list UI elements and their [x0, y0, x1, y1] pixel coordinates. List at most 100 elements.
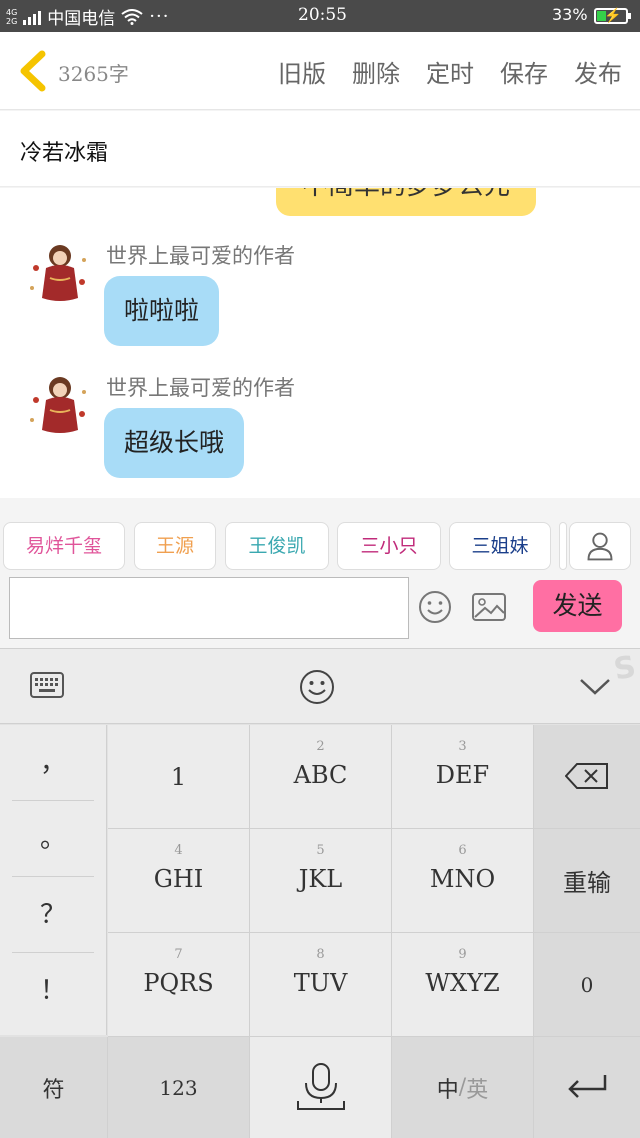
lang-chinese: 中: [436, 1077, 459, 1103]
avatar[interactable]: [24, 370, 92, 442]
key-def[interactable]: 3 DEF: [392, 725, 534, 829]
key-label: ABC: [293, 761, 348, 789]
key-number: 2: [316, 739, 325, 754]
save-button[interactable]: 保存: [500, 54, 548, 89]
microphone-icon: [297, 1063, 345, 1110]
keyboard-toolbar: S: [0, 648, 640, 724]
key-label: 1: [170, 762, 187, 791]
character-chip[interactable]: 易烊千玺: [3, 522, 125, 570]
character-chip-partial[interactable]: [559, 522, 567, 570]
key-label: MNO: [429, 865, 496, 893]
emoji-icon[interactable]: [418, 590, 452, 624]
more-indicator: ···: [149, 6, 170, 27]
key-ghi[interactable]: 4 GHI: [108, 829, 250, 933]
battery-icon: ⚡: [594, 8, 631, 24]
back-arrow-icon[interactable]: [16, 50, 50, 92]
message-bubble[interactable]: 超级长哦: [104, 408, 245, 478]
add-character-icon[interactable]: [569, 522, 631, 570]
keyboard-icon[interactable]: [30, 671, 64, 699]
enter-icon: [568, 1075, 607, 1098]
key-1[interactable]: 1: [108, 725, 250, 829]
old-version-button[interactable]: 旧版: [278, 54, 326, 89]
key-number: 6: [458, 843, 467, 858]
emoji-panel-icon[interactable]: [299, 669, 335, 705]
key-label: 重输: [563, 869, 611, 897]
battery-percent: 33%: [552, 5, 588, 24]
signal-icon: [23, 9, 42, 25]
image-icon[interactable]: [471, 592, 507, 622]
backspace-icon: [565, 763, 608, 789]
network-type-top: 4G: [6, 7, 18, 17]
punctuation-key[interactable]: 。: [12, 801, 94, 877]
key-number: 8: [316, 947, 325, 962]
status-left: 4G 2G 中国电信 ···: [6, 4, 169, 29]
key-label: 符: [42, 1077, 65, 1103]
key-tuv[interactable]: 8 TUV: [250, 933, 392, 1037]
charging-icon: ⚡: [604, 8, 622, 24]
numbers-key[interactable]: 123: [108, 1037, 250, 1138]
story-title-row[interactable]: 冷若冰霜: [0, 111, 640, 187]
character-chip[interactable]: 王源: [134, 522, 216, 570]
compose-row: 发送: [0, 572, 640, 648]
lang-separator: /: [458, 1075, 467, 1100]
voice-space-key[interactable]: [250, 1037, 392, 1138]
network-type-bottom: 2G: [6, 16, 18, 26]
character-chip[interactable]: 三小只: [337, 522, 441, 570]
key-label: 0: [580, 972, 594, 997]
key-label: GHI: [153, 865, 204, 893]
schedule-button[interactable]: 定时: [426, 54, 474, 89]
key-jkl[interactable]: 5 JKL: [250, 829, 392, 933]
key-label: 123: [159, 1075, 198, 1100]
wifi-icon: [121, 8, 143, 25]
character-chip-bar: 易烊千玺 王源 王俊凯 三小只 三姐妹: [0, 498, 640, 572]
message-bubble[interactable]: 啦啦啦: [104, 276, 220, 346]
language-labels: 中 / 英: [392, 1037, 533, 1138]
retype-key[interactable]: 重输: [534, 829, 640, 933]
key-number: 3: [458, 739, 467, 754]
enter-key[interactable]: [534, 1037, 640, 1138]
chat-area[interactable]: 不简单的梦梦公元 世界上最可爱的作者 啦啦啦 世界上最可爱的作者 超级长哦: [0, 188, 640, 498]
symbols-key[interactable]: 符: [0, 1037, 108, 1138]
key-abc[interactable]: 2 ABC: [250, 725, 392, 829]
key-label: WXYZ: [425, 969, 500, 997]
language-switch-key[interactable]: 中 / 英: [392, 1037, 534, 1138]
sender-name: 世界上最可爱的作者: [106, 376, 295, 400]
message-input[interactable]: [9, 577, 409, 639]
clock: 20:55: [298, 5, 347, 25]
publish-button[interactable]: 发布: [574, 54, 622, 89]
avatar[interactable]: [24, 238, 92, 310]
key-number: 7: [174, 947, 183, 962]
editor-header: 3265字 旧版 删除 定时 保存 发布: [0, 32, 640, 110]
chevron-down-icon[interactable]: [578, 675, 612, 697]
key-label: JKL: [298, 865, 343, 893]
network-type: 4G 2G: [6, 8, 17, 26]
key-number: 5: [316, 843, 325, 858]
key-number: 4: [174, 843, 183, 858]
carrier-name: 中国电信: [47, 9, 116, 29]
punctuation-column[interactable]: ， 。 ？ ！: [0, 725, 107, 1035]
keyboard: S ， 。 ？ ！ 1 2 ABC 3 DEF 4 GHI 5 JKL 6 MN…: [0, 648, 640, 1138]
backspace-key[interactable]: [534, 725, 640, 829]
header-actions: 旧版 删除 定时 保存 发布: [278, 54, 622, 89]
story-title: 冷若冰霜: [20, 141, 109, 166]
punctuation-key[interactable]: ，: [12, 725, 94, 801]
sender-name: 世界上最可爱的作者: [106, 244, 295, 268]
keyboard-logo-icon: S: [611, 649, 639, 688]
status-bar: 4G 2G 中国电信 ··· 20:55 33% ⚡: [0, 0, 640, 32]
key-label: PQRS: [143, 969, 214, 997]
key-pqrs[interactable]: 7 PQRS: [108, 933, 250, 1037]
key-0[interactable]: 0: [534, 933, 640, 1037]
key-mno[interactable]: 6 MNO: [392, 829, 534, 933]
character-chip[interactable]: 三姐妹: [449, 522, 551, 570]
key-wxyz[interactable]: 9 WXYZ: [392, 933, 534, 1037]
my-message-bubble[interactable]: 不简单的梦梦公元: [276, 188, 536, 216]
punctuation-key[interactable]: ！: [12, 953, 94, 1029]
punctuation-key[interactable]: ？: [12, 877, 94, 953]
key-number: 9: [458, 947, 467, 962]
character-chip[interactable]: 王俊凯: [225, 522, 329, 570]
key-label: DEF: [435, 761, 490, 789]
send-button[interactable]: 发送: [533, 580, 622, 632]
word-count: 3265字: [58, 62, 129, 86]
lang-english: 英: [466, 1077, 489, 1103]
delete-button[interactable]: 删除: [352, 54, 400, 89]
